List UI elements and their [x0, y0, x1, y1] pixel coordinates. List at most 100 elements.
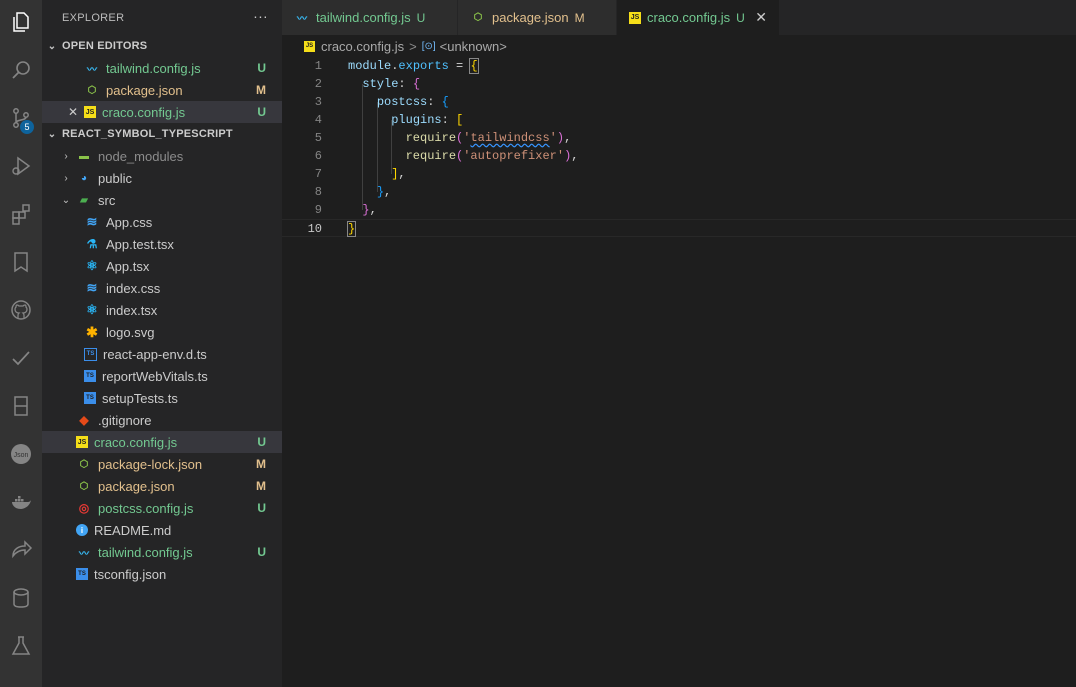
git-status: M: [256, 457, 266, 471]
tailwind-file-icon: 〰: [297, 14, 307, 25]
open-editor-label: tailwind.config.js: [106, 60, 201, 76]
file-setup-tests[interactable]: TS setupTests.ts: [42, 387, 282, 409]
tab-git-status: M: [574, 10, 585, 25]
file-package-json[interactable]: ⬡ package.json M: [42, 475, 282, 497]
editor-tabs: 〰 tailwind.config.js U ⬡ package.json M …: [282, 0, 1076, 35]
bookmark-icon[interactable]: [0, 242, 42, 282]
tab-craco-config[interactable]: JS craco.config.js U ✕: [617, 0, 780, 35]
css-file-icon: ≋: [86, 280, 98, 295]
git-status: U: [257, 501, 266, 515]
file-craco-config[interactable]: JS craco.config.js U: [42, 431, 282, 453]
svg-file-icon: ✱: [86, 323, 98, 340]
public-folder-icon: ◕: [80, 172, 88, 184]
folder-label: public: [98, 170, 132, 186]
tailwind-file-icon: 〰: [87, 64, 97, 76]
tab-git-status: U: [416, 10, 426, 25]
file-package-lock[interactable]: ⬡ package-lock.json M: [42, 453, 282, 475]
source-control-icon[interactable]: 5: [0, 98, 42, 138]
more-actions-icon[interactable]: ···: [253, 8, 268, 24]
code-text: },: [376, 185, 392, 199]
file-label: README.md: [94, 522, 172, 538]
node-folder-icon: ▬: [79, 150, 89, 162]
file-gitignore[interactable]: ◆ .gitignore: [42, 409, 282, 431]
file-report-web-vitals[interactable]: TS reportWebVitals.ts: [42, 365, 282, 387]
explorer-sidebar: EXPLORER ··· ⌄ OPEN EDITORS 〰 tailwind.c…: [42, 0, 282, 687]
open-editor-tailwind[interactable]: 〰 tailwind.config.js U: [42, 57, 282, 79]
code-line: 4 plugins: [: [282, 111, 1076, 129]
code-line: 3 postcss: {: [282, 93, 1076, 111]
code-text: }: [346, 221, 357, 237]
github-icon[interactable]: [0, 290, 42, 330]
extensions-icon[interactable]: [0, 194, 42, 234]
line-number: 5: [314, 131, 322, 145]
file-tsconfig[interactable]: TS tsconfig.json: [42, 563, 282, 585]
code-text: module.exports = {: [348, 58, 479, 74]
file-logo-svg[interactable]: ✱ logo.svg: [42, 321, 282, 343]
file-label: App.css: [106, 214, 153, 230]
project-label: REACT_SYMBOL_TYPESCRIPT: [62, 128, 233, 140]
file-react-app-env[interactable]: TS react-app-env.d.ts: [42, 343, 282, 365]
file-label: package-lock.json: [98, 456, 203, 472]
postcss-file-icon: ◎: [78, 501, 90, 515]
file-postcss-config[interactable]: ◎ postcss.config.js U: [42, 497, 282, 519]
open-editors-section[interactable]: ⌄ OPEN EDITORS: [42, 35, 282, 57]
file-tailwind-config[interactable]: 〰 tailwind.config.js U: [42, 541, 282, 563]
line-number: 10: [307, 222, 322, 236]
file-readme[interactable]: i README.md: [42, 519, 282, 541]
folder-src[interactable]: ⌄ ▰ src: [42, 189, 282, 211]
search-icon[interactable]: [0, 50, 42, 90]
file-label: reportWebVitals.ts: [102, 368, 208, 384]
react-file-icon: ⚛: [86, 258, 98, 273]
javascript-file-icon: JS: [84, 106, 96, 118]
typescript-file-icon: TS: [84, 392, 96, 404]
line-number: 7: [314, 167, 322, 181]
file-app-css[interactable]: ≋ App.css: [42, 211, 282, 233]
git-status: U: [257, 61, 266, 75]
run-debug-icon[interactable]: [0, 146, 42, 186]
file-index-css[interactable]: ≋ index.css: [42, 277, 282, 299]
tab-label: tailwind.config.js: [316, 10, 411, 25]
close-icon[interactable]: ✕: [68, 105, 84, 119]
open-editor-package-json[interactable]: ⬡ package.json M: [42, 79, 282, 101]
project-section[interactable]: ⌄ REACT_SYMBOL_TYPESCRIPT: [42, 123, 282, 145]
code-line: 7 ],: [282, 165, 1076, 183]
react-file-icon: ⚛: [86, 302, 98, 317]
tab-tailwind-config[interactable]: 〰 tailwind.config.js U: [282, 0, 458, 35]
json-icon[interactable]: Json: [0, 434, 42, 474]
breadcrumb-file[interactable]: craco.config.js: [321, 39, 404, 54]
checkmark-icon[interactable]: [0, 338, 42, 378]
tab-package-json[interactable]: ⬡ package.json M: [458, 0, 617, 35]
folder-public[interactable]: › ◕ public: [42, 167, 282, 189]
remote-share-icon[interactable]: [0, 530, 42, 570]
breadcrumb-symbol[interactable]: <unknown>: [440, 39, 507, 54]
current-code-line: 10 }: [282, 219, 1076, 237]
testing-flask-icon[interactable]: [0, 626, 42, 666]
code-text: },: [362, 203, 377, 217]
file-label: tailwind.config.js: [98, 544, 193, 560]
file-index-tsx[interactable]: ⚛ index.tsx: [42, 299, 282, 321]
css-file-icon: ≋: [86, 214, 98, 229]
code-text: plugins: [: [391, 113, 464, 127]
git-status: U: [257, 105, 266, 119]
database-icon[interactable]: [0, 578, 42, 618]
code-line: 8 },: [282, 183, 1076, 201]
explorer-header: EXPLORER ···: [42, 0, 282, 35]
folder-label: src: [98, 192, 116, 208]
open-editor-label: craco.config.js: [102, 104, 186, 120]
close-tab-icon[interactable]: ✕: [755, 9, 767, 26]
line-number: 2: [314, 77, 322, 91]
open-editor-craco[interactable]: ✕ JS craco.config.js U: [42, 101, 282, 123]
docker-icon[interactable]: [0, 482, 42, 522]
files-icon[interactable]: [0, 2, 42, 42]
book-icon[interactable]: [0, 386, 42, 426]
git-status: U: [257, 545, 266, 559]
code-editor[interactable]: 1 module.exports = { 2 style: { 3 postcs…: [282, 57, 1076, 687]
nodejs-file-icon: ⬡: [87, 84, 97, 96]
git-status: U: [257, 435, 266, 449]
file-app-tsx[interactable]: ⚛ App.tsx: [42, 255, 282, 277]
folder-node-modules[interactable]: › ▬ node_modules: [42, 145, 282, 167]
file-label: react-app-env.d.ts: [103, 346, 207, 362]
file-app-test[interactable]: ⚗ App.test.tsx: [42, 233, 282, 255]
code-text: style: {: [362, 77, 421, 91]
info-file-icon: i: [76, 524, 88, 536]
